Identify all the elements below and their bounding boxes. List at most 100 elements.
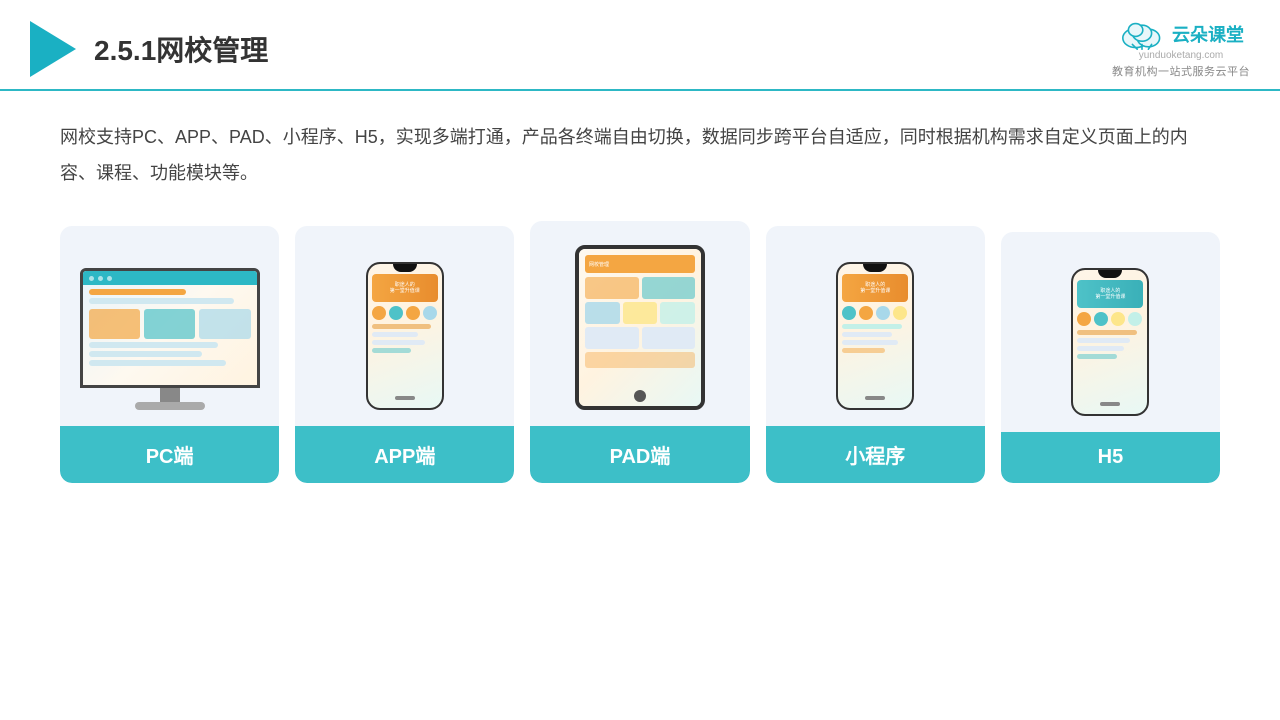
h5-screen: 职途人的第一堂升值课 (1073, 270, 1147, 414)
pad-row-2 (585, 302, 695, 324)
cloud-icon (1118, 18, 1166, 50)
pc-block-3 (199, 309, 250, 339)
pad-tablet-illustration: 网校管理 (575, 245, 705, 410)
pad-tablet-body: 网校管理 (575, 245, 705, 410)
miniapp-icons (838, 302, 912, 322)
pad-label: PAD端 (530, 426, 749, 483)
pad-row-3 (585, 327, 695, 349)
device-cards-row: PC端 职途人的第一堂升值课 (60, 221, 1220, 483)
miniapp-line-2 (842, 332, 892, 337)
pad-image-area: 网校管理 (530, 221, 749, 426)
miniapp-phone-illustration: 职途人的第一堂升值课 (836, 262, 914, 410)
pad-block-4 (623, 302, 658, 324)
app-line-3 (372, 340, 425, 345)
h5-line-3 (1077, 346, 1123, 351)
miniapp-phone-body: 职途人的第一堂升值课 (836, 262, 914, 410)
h5-line-1 (1077, 330, 1136, 335)
header-left: 2.5.1网校管理 (30, 21, 268, 77)
h5-lines (1073, 328, 1147, 361)
page-title: 2.5.1网校管理 (94, 29, 268, 69)
pc-screen-content (83, 285, 257, 385)
miniapp-home-btn (865, 396, 885, 400)
pc-block-row (89, 309, 251, 339)
h5-label: H5 (1001, 432, 1220, 483)
brand-subtitle: 教育机构一站式服务云平台 (1112, 63, 1250, 79)
pc-dot-3 (107, 276, 112, 281)
pad-block-5 (660, 302, 695, 324)
pad-tablet-screen: 网校管理 (579, 249, 701, 406)
logo-triangle-icon (30, 21, 76, 77)
miniapp-line-1 (842, 324, 901, 329)
pad-content-grid (585, 277, 695, 400)
pad-home-btn (634, 390, 646, 402)
cloud-logo-container: 云朵课堂 (1118, 18, 1244, 50)
pc-card: PC端 (60, 226, 279, 483)
pad-block-6 (585, 327, 639, 349)
pad-row-1 (585, 277, 695, 299)
pc-dot-1 (89, 276, 94, 281)
app-phone-illustration: 职途人的第一堂升值课 (366, 262, 444, 410)
pad-block-3 (585, 302, 620, 324)
app-icon-4 (423, 306, 437, 320)
miniapp-card: 职途人的第一堂升值课 (766, 226, 985, 483)
miniapp-label: 小程序 (766, 426, 985, 483)
h5-card: 职途人的第一堂升值课 (1001, 232, 1220, 483)
h5-image-area: 职途人的第一堂升值课 (1001, 232, 1220, 432)
pad-block-8 (585, 352, 695, 368)
h5-line-2 (1077, 338, 1130, 343)
app-line-2 (372, 332, 418, 337)
h5-icon-1 (1077, 312, 1091, 326)
pc-line-2 (89, 298, 235, 304)
h5-icons (1073, 308, 1147, 328)
h5-icon-3 (1111, 312, 1125, 326)
pc-monitor (80, 268, 260, 388)
app-screen-text: 职途人的第一堂升值课 (387, 282, 423, 295)
app-screen-lines (368, 322, 442, 355)
miniapp-screen: 职途人的第一堂升值课 (838, 264, 912, 408)
brand-name-text: 云朵课堂 (1172, 21, 1244, 47)
pad-block-7 (642, 327, 696, 349)
app-phone-body: 职途人的第一堂升值课 (366, 262, 444, 410)
app-card: 职途人的第一堂升值课 (295, 226, 514, 483)
pc-line-4 (89, 351, 202, 357)
pc-label: PC端 (60, 426, 279, 483)
app-label: APP端 (295, 426, 514, 483)
pc-line-1 (89, 289, 186, 295)
miniapp-line-3 (842, 340, 898, 345)
pc-device-illustration (80, 268, 260, 410)
h5-icon-4 (1128, 312, 1142, 326)
h5-home-btn (1100, 402, 1120, 406)
header: 2.5.1网校管理 云朵课堂 yunduoketang.com 教育机构一站式服… (0, 0, 1280, 91)
app-home-btn (395, 396, 415, 400)
pad-block-1 (585, 277, 639, 299)
app-line-1 (372, 324, 431, 329)
pc-block-2 (144, 309, 195, 339)
miniapp-icon-1 (842, 306, 856, 320)
h5-screen-top: 职途人的第一堂升值课 (1077, 280, 1143, 308)
h5-phone-illustration: 职途人的第一堂升值课 (1071, 268, 1149, 416)
pc-line-5 (89, 360, 227, 366)
app-screen-icons (368, 302, 442, 322)
pc-dot-2 (98, 276, 103, 281)
pad-top-text: 网校管理 (589, 261, 609, 268)
pad-row-4 (585, 352, 695, 368)
h5-line-4 (1077, 354, 1117, 359)
miniapp-icon-3 (876, 306, 890, 320)
app-phone-screen: 职途人的第一堂升值课 (368, 264, 442, 408)
app-line-4 (372, 348, 412, 353)
miniapp-line-4 (842, 348, 885, 353)
h5-icon-2 (1094, 312, 1108, 326)
miniapp-icon-4 (893, 306, 907, 320)
pc-image-area (60, 226, 279, 426)
miniapp-screen-top: 职途人的第一堂升值课 (842, 274, 908, 302)
app-image-area: 职途人的第一堂升值课 (295, 226, 514, 426)
miniapp-lines (838, 322, 912, 355)
miniapp-screen-text: 职途人的第一堂升值课 (857, 282, 893, 295)
app-icon-1 (372, 306, 386, 320)
pad-top-bar: 网校管理 (585, 255, 695, 273)
main-content: 网校支持PC、APP、PAD、小程序、H5，实现多端打通，产品各终端自由切换，数… (0, 91, 1280, 503)
brand-url: yunduoketang.com (1139, 50, 1224, 61)
pad-card: 网校管理 (530, 221, 749, 483)
app-screen-top: 职途人的第一堂升值课 (372, 274, 438, 302)
pc-stand-base (135, 402, 205, 410)
